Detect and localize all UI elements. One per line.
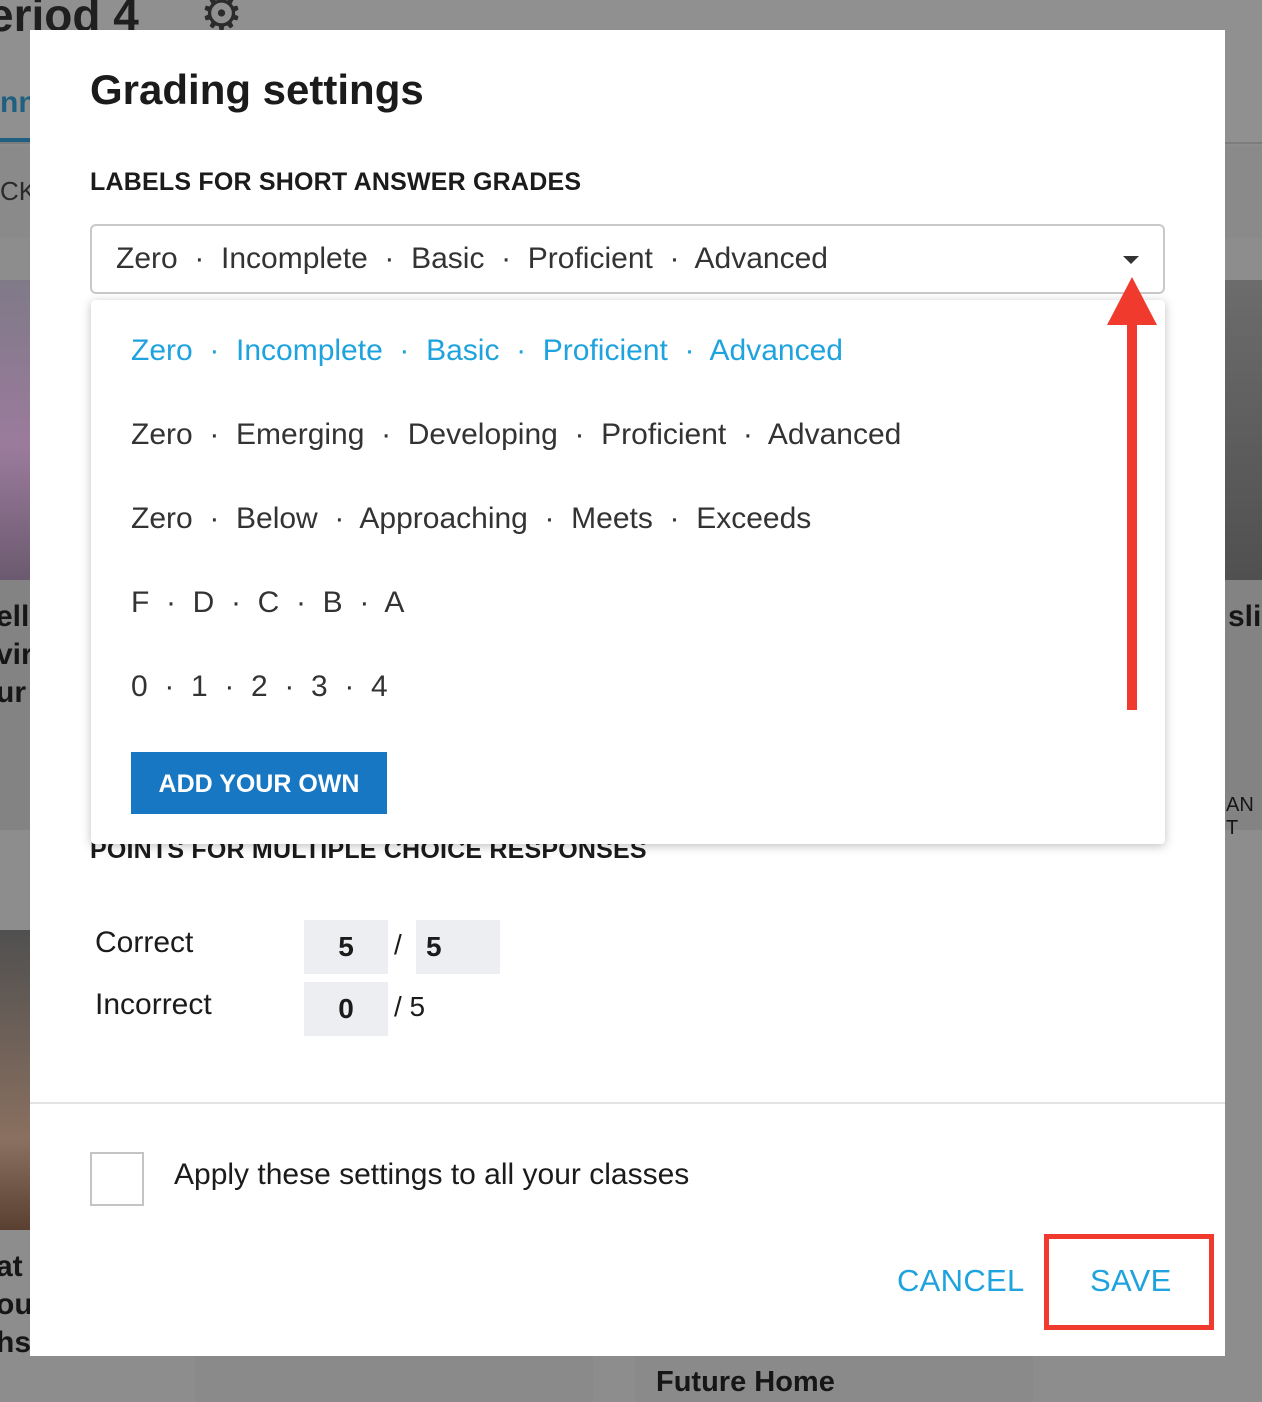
- slash-separator: /: [394, 929, 402, 960]
- dropdown-option[interactable]: Zero · Below · Approaching · Meets · Exc…: [131, 502, 811, 536]
- correct-label: Correct: [95, 926, 194, 959]
- short-answer-section-label: LABELS FOR SHORT ANSWER GRADES: [90, 168, 582, 196]
- card-image: [0, 930, 30, 1230]
- add-your-own-button[interactable]: ADD YOUR OWN: [131, 752, 387, 814]
- apply-all-classes-checkbox[interactable]: [90, 1152, 144, 1206]
- card-title-fragment: ell: [0, 600, 30, 633]
- select-value: Zero · Incomplete · Basic · Proficient ·…: [116, 242, 828, 275]
- arrow-up-icon: [1127, 318, 1137, 710]
- arrow-head: [1107, 277, 1157, 325]
- short-answer-labels-select[interactable]: Zero · Incomplete · Basic · Proficient ·…: [90, 224, 1165, 294]
- short-answer-labels-dropdown: Zero · Incomplete · Basic · Proficient ·…: [91, 300, 1165, 844]
- card-title-fragment: at: [0, 1250, 23, 1283]
- grading-settings-dialog: Grading settings LABELS FOR SHORT ANSWER…: [30, 30, 1225, 1356]
- divider: [30, 1102, 1225, 1104]
- card-title-fragment: hs: [0, 1326, 32, 1359]
- card: [195, 1356, 593, 1402]
- dropdown-option[interactable]: 0 · 1 · 2 · 3 · 4: [131, 670, 388, 704]
- dropdown-option[interactable]: F · D · C · B · A: [131, 586, 404, 620]
- card-title-fragment: ou: [0, 1288, 33, 1321]
- incorrect-points-input[interactable]: 0: [304, 982, 388, 1036]
- incorrect-max-text: / 5: [394, 991, 426, 1022]
- card-image: [1225, 280, 1262, 580]
- card-meta-fragment: AN T: [1226, 794, 1254, 839]
- dropdown-option[interactable]: Zero · Emerging · Developing · Proficien…: [131, 418, 901, 452]
- max-points-input[interactable]: 5: [416, 920, 500, 974]
- dropdown-option[interactable]: Zero · Incomplete · Basic · Proficient ·…: [131, 334, 843, 368]
- tab-underline: [0, 138, 30, 142]
- apply-all-classes-label: Apply these settings to all your classes: [174, 1158, 690, 1191]
- card-title-fragment: sli: [1228, 600, 1262, 633]
- incorrect-label: Incorrect: [95, 988, 212, 1021]
- cancel-button[interactable]: CANCEL: [897, 1263, 1025, 1299]
- save-highlight-annotation: [1044, 1234, 1214, 1330]
- card-image: [0, 280, 30, 580]
- card-title-fragment: vir: [0, 638, 33, 671]
- caret-down-icon: [1123, 256, 1139, 264]
- card-title: Future Home: [656, 1366, 835, 1398]
- correct-points-input[interactable]: 5: [304, 920, 388, 974]
- card-title-fragment: ur: [0, 676, 26, 709]
- dialog-title: Grading settings: [90, 66, 424, 113]
